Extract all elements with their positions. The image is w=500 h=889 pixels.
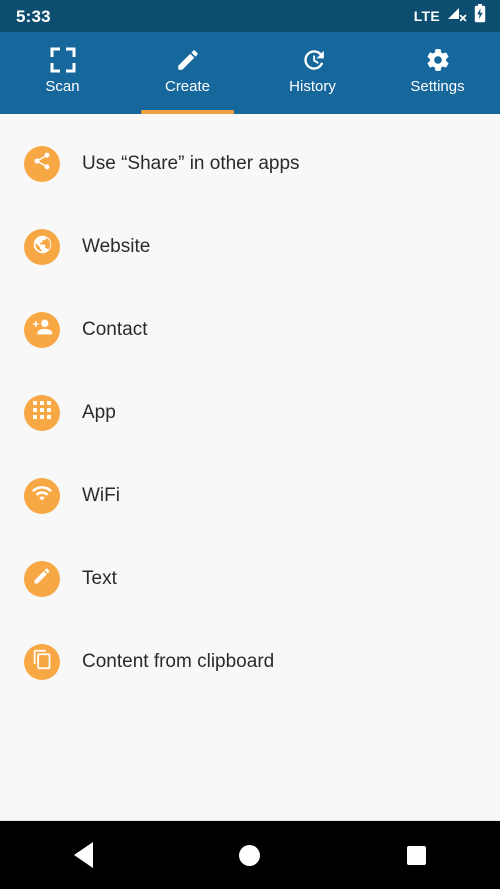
- tab-create-label: Create: [164, 78, 211, 95]
- apps-grid-icon: [33, 401, 51, 424]
- list-item-text[interactable]: Text: [0, 537, 500, 620]
- list-item-website-label: Website: [82, 236, 151, 257]
- create-options-list: Use “Share” in other apps Website Contac…: [0, 114, 500, 821]
- android-nav-bar: [0, 821, 500, 889]
- triangle-back-icon: [73, 842, 93, 868]
- gear-icon: [425, 45, 451, 75]
- globe-icon-badge: [24, 228, 60, 265]
- nav-home-button[interactable]: [210, 821, 290, 889]
- tab-bar: Scan Create History Settings: [0, 32, 500, 114]
- active-tab-indicator: [141, 110, 234, 114]
- list-item-clipboard-label: Content from clipboard: [82, 651, 275, 672]
- tab-settings[interactable]: Settings: [375, 32, 500, 114]
- list-item-contact-label: Contact: [82, 319, 148, 340]
- tab-settings-label: Settings: [410, 78, 465, 95]
- list-item-text-label: Text: [82, 568, 117, 589]
- tab-scan[interactable]: Scan: [0, 32, 125, 114]
- person-add-icon: [31, 316, 53, 343]
- list-item-wifi-label: WiFi: [82, 485, 120, 506]
- tab-history[interactable]: History: [250, 32, 375, 114]
- tab-create[interactable]: Create: [125, 32, 250, 114]
- pencil-icon: [175, 45, 201, 75]
- apps-grid-icon-badge: [24, 394, 60, 431]
- scan-frame-icon: [50, 45, 76, 75]
- copy-clipboard-icon-badge: [24, 643, 60, 680]
- status-bar: 5:33 LTE: [0, 0, 500, 32]
- history-clock-icon: [300, 45, 326, 75]
- list-item-wifi[interactable]: WiFi: [0, 454, 500, 537]
- list-item-contact[interactable]: Contact: [0, 288, 500, 371]
- tab-history-label: History: [289, 78, 336, 95]
- battery-charging-icon: [474, 4, 486, 28]
- status-clock: 5:33: [16, 6, 51, 26]
- nav-recents-button[interactable]: [377, 821, 457, 889]
- nav-back-button[interactable]: [43, 821, 123, 889]
- share-icon-badge: [24, 145, 60, 182]
- list-item-share-label: Use “Share” in other apps: [82, 153, 300, 174]
- tab-scan-label: Scan: [45, 78, 80, 95]
- signal-no-service-icon: [447, 6, 467, 27]
- person-add-icon-badge: [24, 311, 60, 348]
- globe-icon: [32, 234, 53, 260]
- wifi-icon-badge: [24, 477, 60, 514]
- list-item-website[interactable]: Website: [0, 205, 500, 288]
- list-item-app-label: App: [82, 402, 116, 423]
- pencil-icon-badge: [24, 560, 60, 597]
- list-item-share[interactable]: Use “Share” in other apps: [0, 122, 500, 205]
- wifi-icon: [31, 482, 53, 509]
- status-indicators: LTE: [414, 4, 486, 28]
- square-recents-icon: [407, 845, 427, 865]
- pencil-icon: [32, 566, 52, 591]
- list-item-clipboard[interactable]: Content from clipboard: [0, 620, 500, 703]
- phone-screen: 5:33 LTE Scan Create History Settings Us…: [0, 0, 500, 889]
- copy-clipboard-icon: [32, 649, 53, 675]
- network-type-label: LTE: [413, 8, 440, 24]
- share-icon: [32, 151, 52, 176]
- circle-home-icon: [239, 844, 261, 866]
- list-item-app[interactable]: App: [0, 371, 500, 454]
